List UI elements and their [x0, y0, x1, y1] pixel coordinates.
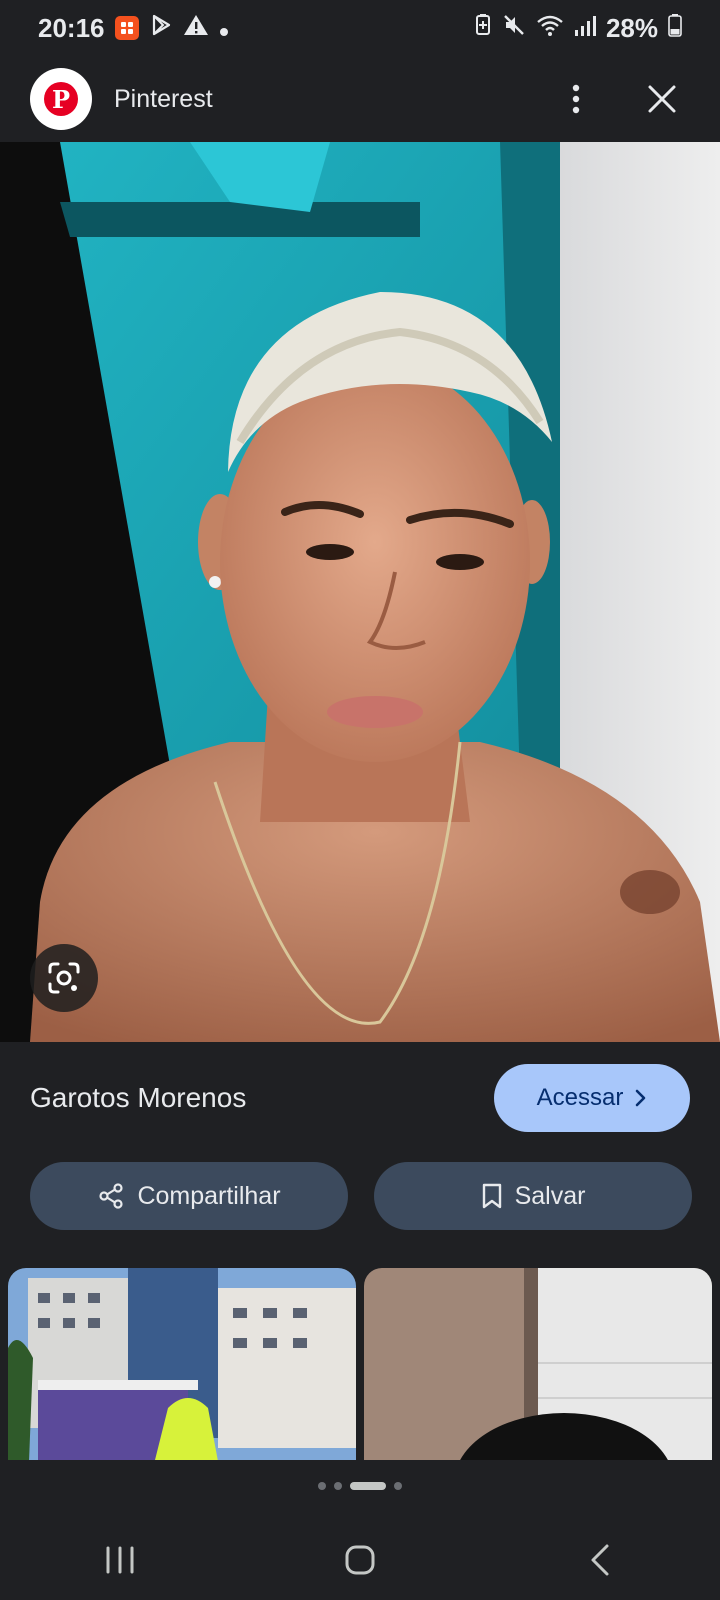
system-nav-bar: [0, 1520, 720, 1600]
related-result-thumb[interactable]: [364, 1268, 712, 1460]
warning-icon: [183, 13, 209, 44]
page-dot: [334, 1482, 342, 1490]
related-image-beach-city: [8, 1268, 356, 1460]
result-caption: Garotos Morenos: [30, 1082, 247, 1113]
back-icon: [591, 1544, 609, 1576]
page-dot-active: [350, 1482, 386, 1490]
pagination-dots: [0, 1478, 720, 1494]
more-vert-icon: [572, 84, 580, 114]
play-store-icon: [149, 13, 173, 44]
status-time: 20:16: [38, 12, 105, 43]
dot-icon: [219, 13, 229, 44]
close-button[interactable]: [634, 71, 690, 127]
action-buttons: Compartilhar Salvar: [30, 1162, 692, 1230]
status-left: 20:16: [38, 13, 229, 44]
page-dot: [394, 1482, 402, 1490]
related-results: [8, 1268, 712, 1460]
share-icon: [99, 1183, 124, 1209]
source-title: Pinterest: [114, 84, 213, 113]
more-options-button[interactable]: [548, 71, 604, 127]
home-button[interactable]: [320, 1530, 400, 1590]
google-lens-icon: [48, 962, 80, 994]
result-info-row: Garotos Morenos Acessar: [0, 1058, 720, 1138]
result-photo: [0, 142, 720, 1042]
battery-percent: 28%: [605, 12, 658, 43]
back-button[interactable]: [560, 1530, 640, 1590]
status-right: 28%: [474, 13, 682, 44]
chevron-right-icon: [636, 1089, 646, 1107]
share-button-label: Compartilhar: [137, 1181, 281, 1210]
bookmark-icon: [482, 1183, 501, 1209]
save-button-label: Salvar: [514, 1181, 586, 1210]
related-image-portrait: [364, 1268, 712, 1460]
save-button[interactable]: Salvar: [374, 1162, 692, 1230]
result-image[interactable]: [0, 142, 720, 1042]
recent-apps-icon: [106, 1546, 134, 1574]
signal-icon: [574, 13, 596, 44]
wifi-icon: [536, 13, 564, 44]
page-dot: [318, 1482, 326, 1490]
visit-button-label: Acessar: [536, 1084, 624, 1111]
close-icon: [648, 85, 676, 113]
source-header: P Pinterest: [0, 56, 720, 142]
visit-button[interactable]: Acessar: [494, 1064, 690, 1132]
share-button[interactable]: Compartilhar: [30, 1162, 348, 1230]
notification-app-icon: [114, 16, 139, 40]
home-icon: [345, 1545, 375, 1575]
battery-icon: [668, 13, 682, 44]
status-bar: 20:16 28%: [0, 0, 720, 56]
pinterest-logo: P: [30, 68, 92, 130]
battery-saver-icon: [474, 13, 492, 44]
lens-search-button[interactable]: [30, 944, 98, 1012]
recent-apps-button[interactable]: [80, 1530, 160, 1590]
related-result-thumb[interactable]: [8, 1268, 356, 1460]
mute-icon: [502, 13, 526, 44]
pinterest-logo-mark: P: [44, 82, 78, 116]
